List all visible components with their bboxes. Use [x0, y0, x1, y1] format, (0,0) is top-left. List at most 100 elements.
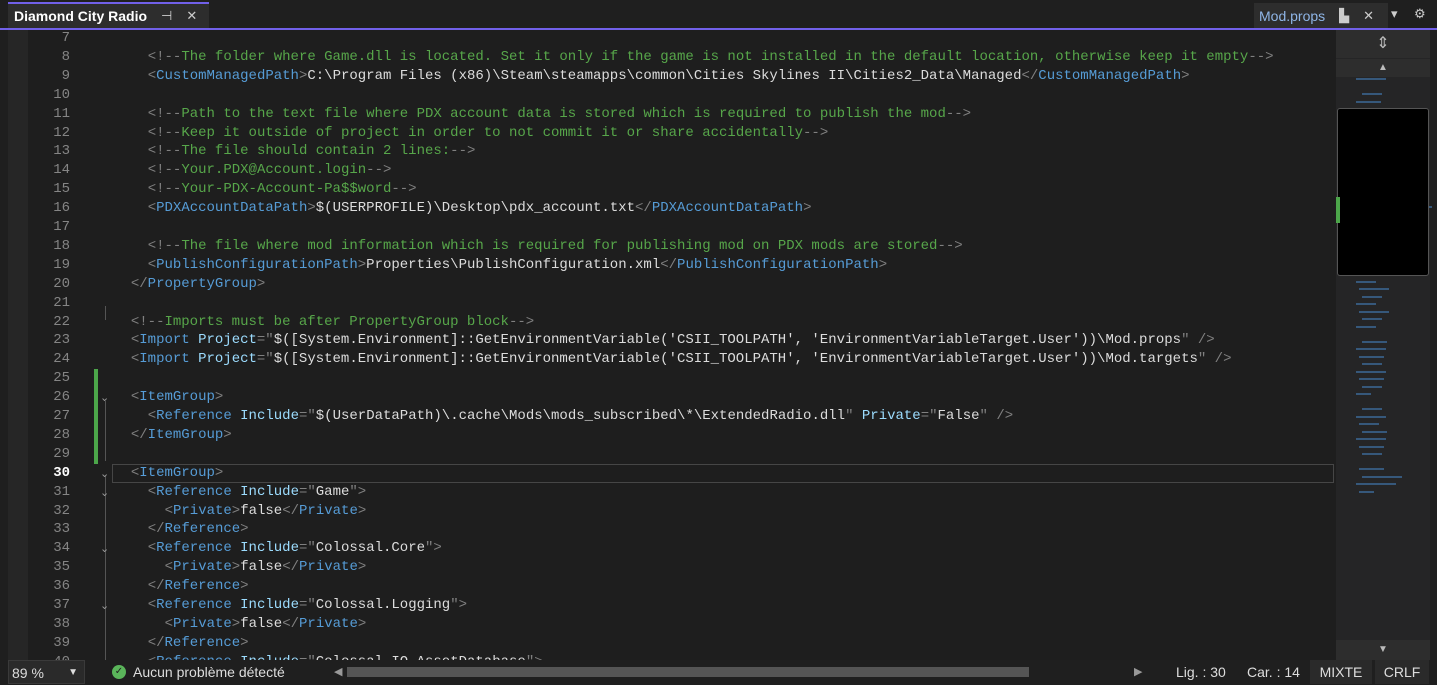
code-line[interactable]: 18 <!--The file where mod information whi… [8, 237, 1336, 256]
tag-name: ItemGroup [139, 464, 215, 481]
attribute-name: Include [240, 408, 299, 424]
scroll-left-icon[interactable]: ◀ [334, 660, 342, 684]
comment: The folder where Game.dll is located. Se… [181, 48, 1249, 65]
line-ending-indicator[interactable]: CRLF [1375, 660, 1429, 684]
punctuation: --> [1248, 48, 1274, 65]
text-value [232, 408, 240, 424]
tab-title: Diamond City Radio [14, 8, 148, 24]
code-text: <Reference Include="Colossal.IO.AssetDat… [148, 653, 543, 660]
minimap-line [1356, 370, 1386, 373]
scroll-thumb[interactable] [347, 667, 1029, 677]
code-line[interactable]: 10 [8, 86, 1336, 105]
fold-chevron-icon[interactable]: ⌄ [100, 483, 109, 502]
code-line[interactable]: 16 <PDXAccountDataPath>$(USERPROFILE)\Des… [8, 199, 1336, 218]
code-line[interactable]: 21 [8, 294, 1336, 313]
tag-name: Private [172, 502, 232, 519]
minimap-line [1359, 445, 1384, 448]
code-line[interactable]: 31 ⌄ <Reference Include="Game"> [8, 483, 1336, 502]
punctuation: =" [298, 408, 316, 424]
punctuation: > [214, 464, 224, 481]
code-text: </Reference> [148, 520, 249, 539]
minimap-line [1356, 303, 1376, 305]
code-line[interactable]: 30 ⌄ <ItemGroup> [8, 464, 1336, 483]
punctuation: =" [256, 332, 274, 349]
code-line[interactable]: 15 <!--Your-PDX-Account-Pa$$word--> [8, 180, 1336, 199]
tag-name: PropertyGroup [147, 275, 257, 292]
encoding-indicator[interactable]: MIXTE [1310, 660, 1372, 684]
pinned-icon[interactable]: ▙ [1339, 8, 1349, 24]
close-icon[interactable]: ✕ [1363, 8, 1374, 24]
issues-indicator[interactable]: ✓ Aucun problème détecté [112, 660, 285, 684]
code-line[interactable]: 38 <Private>false</Private> [8, 615, 1336, 634]
code-line[interactable]: 23 <Import Project="$([System.Environment… [8, 331, 1336, 350]
code-text: </Reference> [148, 634, 249, 653]
code-text: <Private>false</Private> [165, 502, 367, 521]
chevron-down-icon[interactable]: ▾ [1391, 6, 1398, 22]
pin-icon[interactable]: ⊣ [161, 8, 172, 24]
line-number: 21 [53, 294, 70, 311]
minimap-line [1356, 483, 1396, 485]
line-indicator[interactable]: Lig. : 30 [1176, 660, 1226, 684]
punctuation: --> [945, 105, 972, 122]
code-line[interactable]: 19 <PublishConfigurationPath>Properties\P… [8, 256, 1336, 275]
code-line[interactable]: 25 [8, 369, 1336, 388]
tag-name: Private [172, 559, 232, 576]
code-line[interactable]: 36 </Reference> [8, 577, 1336, 596]
fold-chevron-icon[interactable]: ⌄ [100, 539, 109, 558]
code-line[interactable]: 24 <Import Project="$([System.Environment… [8, 350, 1336, 369]
code-line[interactable]: 14 <!--Your.PDX@Account.login--> [8, 161, 1336, 180]
scroll-up-icon[interactable]: ▲ [1336, 59, 1430, 77]
code-line[interactable]: 8 <!--The folder where Game.dll is locate… [8, 48, 1336, 67]
tag-name: PublishConfigurationPath [156, 256, 358, 273]
code-line[interactable]: 37 ⌄ <Reference Include="Colossal.Logging"… [8, 596, 1336, 615]
chevron-down-icon: ▼ [68, 667, 78, 678]
line-number: 14 [53, 162, 70, 179]
line-number: 8 [61, 48, 70, 65]
code-line[interactable]: 22 <!--Imports must be after PropertyGrou… [8, 313, 1336, 332]
punctuation: =" [298, 597, 316, 613]
line-number: 15 [53, 181, 70, 198]
code-line[interactable]: 26 ⌄ <ItemGroup> [8, 388, 1336, 407]
code-line[interactable]: 33 </Reference> [8, 520, 1336, 539]
punctuation: =" [298, 540, 316, 557]
punctuation: < [147, 408, 157, 424]
scroll-down-icon[interactable]: ▼ [1336, 640, 1430, 660]
horizontal-scrollbar[interactable]: ◀ ▶ [334, 660, 1146, 684]
code-line[interactable]: 7 [8, 30, 1336, 48]
line-number: 16 [53, 200, 70, 217]
gear-icon[interactable]: ⚙ [1414, 6, 1426, 22]
code-line[interactable]: 28 </ItemGroup> [8, 426, 1336, 445]
tab-mod-props[interactable]: Mod.props ▙ ✕ [1254, 3, 1388, 28]
fold-chevron-icon[interactable]: ⌄ [100, 596, 109, 615]
tab-diamond-city-radio[interactable]: Diamond City Radio ⊣ ✕ [8, 2, 209, 28]
fold-chevron-icon[interactable]: ⌄ [100, 464, 109, 483]
zoom-dropdown[interactable]: 89 % ▼ [8, 660, 85, 684]
code-line[interactable]: 27 <Reference Include="$(UserDataPath)\.c… [8, 407, 1336, 426]
code-line[interactable]: 32 <Private>false</Private> [8, 502, 1336, 521]
line-number: 10 [53, 86, 70, 103]
code-line[interactable]: 13 <!--The file should contain 2 lines:--… [8, 142, 1336, 161]
split-editor-icon[interactable]: ⇕ [1336, 30, 1430, 58]
document-tab-bar: Diamond City Radio ⊣ ✕ Mod.props ▙ ✕ ▾ ⚙ [0, 0, 1437, 30]
code-editor[interactable]: 7 8 <!--The folder where Game.dll is locat… [8, 30, 1336, 660]
punctuation: --> [391, 181, 417, 198]
tag-name: Private [172, 615, 232, 632]
column-indicator[interactable]: Car. : 14 [1247, 660, 1300, 684]
minimap-viewport[interactable] [1337, 108, 1429, 276]
scroll-right-icon[interactable]: ▶ [1134, 660, 1142, 684]
code-line[interactable]: 40 <Reference Include="Colossal.IO.AssetD… [8, 653, 1336, 660]
code-line[interactable]: 39 </Reference> [8, 634, 1336, 653]
fold-chevron-icon[interactable]: ⌄ [100, 388, 109, 407]
code-line[interactable]: 9 <CustomManagedPath>C:\Program Files (x8… [8, 67, 1336, 86]
line-number: 19 [53, 256, 70, 273]
code-line[interactable]: 12 <!--Keep it outside of project in orde… [8, 124, 1336, 143]
close-icon[interactable]: ✕ [186, 8, 197, 24]
code-line[interactable]: 11 <!--Path to the text file where PDX ac… [8, 105, 1336, 124]
code-line[interactable]: 17 [8, 218, 1336, 237]
code-line[interactable]: 35 <Private>false</Private> [8, 558, 1336, 577]
comment: Keep it outside of project in order to n… [181, 124, 804, 141]
minimap-scrollbar[interactable]: ⇕ ▲ ▼ [1336, 30, 1432, 660]
code-line[interactable]: 34 ⌄ <Reference Include="Colossal.Core"> [8, 539, 1336, 558]
code-line[interactable]: 20 </PropertyGroup> [8, 275, 1336, 294]
code-line[interactable]: 29 [8, 445, 1336, 464]
